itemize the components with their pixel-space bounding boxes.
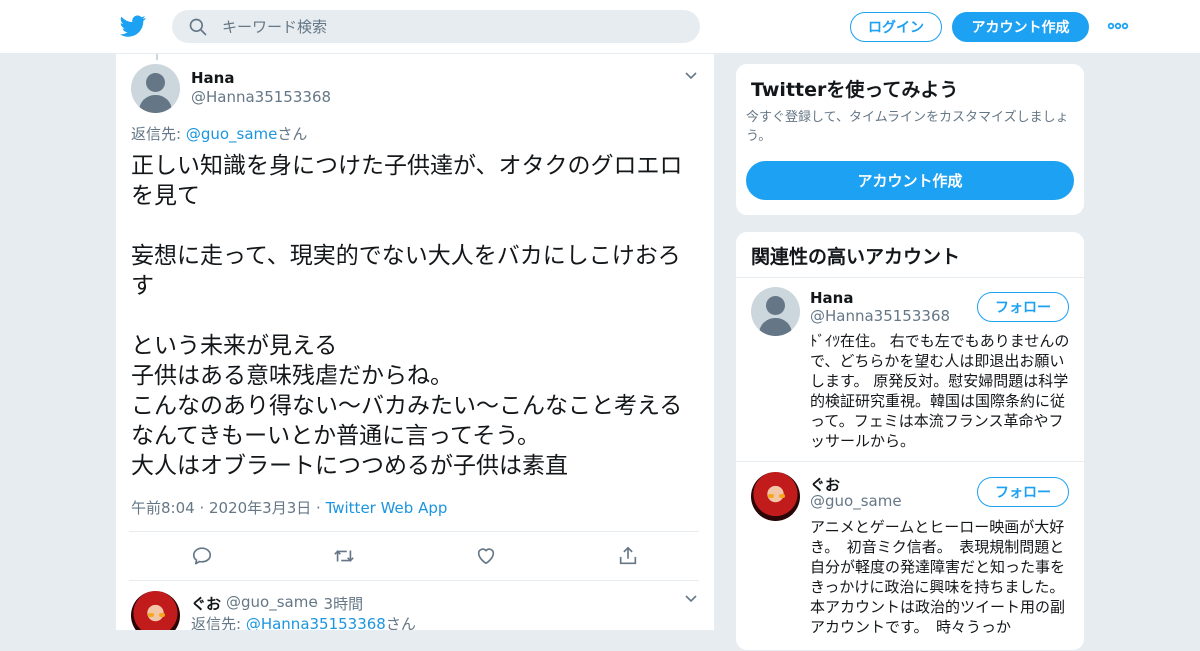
divider: [736, 461, 1084, 462]
reply-to-link[interactable]: @guo_same: [186, 125, 278, 143]
tweet-text: 正しい知識を身につけた子供達が、オタクのグロエロを見て 妄想に走って、現実的でな…: [131, 153, 683, 479]
related-accounts-card: 関連性の高いアカウント Hana @Hanna35153368 フォロー ﾄﾞｲ…: [735, 231, 1085, 651]
signup-card: Twitterを使ってみよう 今すぐ登録して、タイムラインをカスタマイズしましょ…: [735, 63, 1085, 216]
search-input[interactable]: [222, 10, 682, 43]
reply-suffix: さん: [385, 615, 416, 630]
avatar[interactable]: [751, 287, 800, 336]
reply-author-handle[interactable]: @guo_same: [226, 593, 318, 611]
tweet-actions: [129, 531, 699, 581]
search-icon: [189, 18, 207, 36]
reply-to-line: 返信先: @Hanna35153368さん: [191, 613, 416, 630]
reply-prefix: 返信先:: [191, 615, 246, 630]
divider: [736, 277, 1084, 278]
account-name[interactable]: Hana: [810, 289, 853, 307]
tweet-timestamp[interactable]: 午前8:04 · 2020年3月3日 ·: [131, 499, 326, 517]
account-handle[interactable]: @Hanna35153368: [810, 307, 950, 325]
signup-card-title: Twitterを使ってみよう: [751, 79, 959, 101]
signup-button[interactable]: アカウント作成: [952, 12, 1089, 42]
avatar[interactable]: [131, 64, 180, 113]
like-heart-icon[interactable]: [475, 545, 497, 567]
chevron-down-icon[interactable]: [684, 594, 698, 604]
account-bio: アニメとゲームとヒーロー映画が大好き。 初音ミク信者。 表現規制問題と自分が軽度…: [810, 518, 1072, 636]
reply-prefix: 返信先:: [131, 125, 186, 143]
share-icon[interactable]: [617, 545, 639, 567]
tweet-author-name[interactable]: Hana: [191, 69, 234, 87]
retweet-icon[interactable]: [333, 545, 355, 567]
tweet-author-handle[interactable]: @Hanna35153368: [191, 88, 331, 106]
login-button[interactable]: ログイン: [850, 12, 942, 42]
reply-to-line: 返信先: @guo_sameさん: [131, 123, 307, 144]
chevron-down-icon[interactable]: [684, 71, 698, 81]
tweet-source-link[interactable]: Twitter Web App: [326, 499, 448, 517]
related-accounts-title: 関連性の高いアカウント: [751, 246, 961, 268]
top-navigation-bar: ログイン アカウント作成: [0, 0, 1200, 54]
reply-timestamp[interactable]: · 3時間: [314, 593, 363, 614]
twitter-bird-icon[interactable]: [119, 13, 147, 39]
signup-card-subtitle: 今すぐ登録して、タイムラインをカスタマイズしましょう。: [746, 110, 1069, 144]
signup-card-button[interactable]: アカウント作成: [746, 161, 1074, 200]
account-handle[interactable]: @guo_same: [810, 492, 902, 510]
thread-connector: [156, 54, 158, 60]
account-bio: ﾄﾞｲﾂ在住。 右でも左でもありませんので、どちらかを望む人は即退出お願いします…: [810, 332, 1070, 450]
tweet-meta: 午前8:04 · 2020年3月3日 · Twitter Web App: [131, 497, 447, 518]
reply-suffix: さん: [277, 125, 308, 143]
follow-button[interactable]: フォロー: [977, 292, 1069, 322]
reply-author-name[interactable]: ぐお: [191, 593, 221, 614]
reply-icon[interactable]: [191, 545, 213, 567]
tweet-detail-column: Hana @Hanna35153368 返信先: @guo_sameさん 正しい…: [115, 54, 715, 630]
avatar[interactable]: [751, 472, 800, 521]
avatar[interactable]: [131, 591, 180, 630]
search-bar[interactable]: [172, 10, 700, 43]
more-dots-icon[interactable]: [1106, 16, 1130, 36]
reply-to-link[interactable]: @Hanna35153368: [246, 615, 386, 630]
follow-button[interactable]: フォロー: [977, 477, 1069, 507]
